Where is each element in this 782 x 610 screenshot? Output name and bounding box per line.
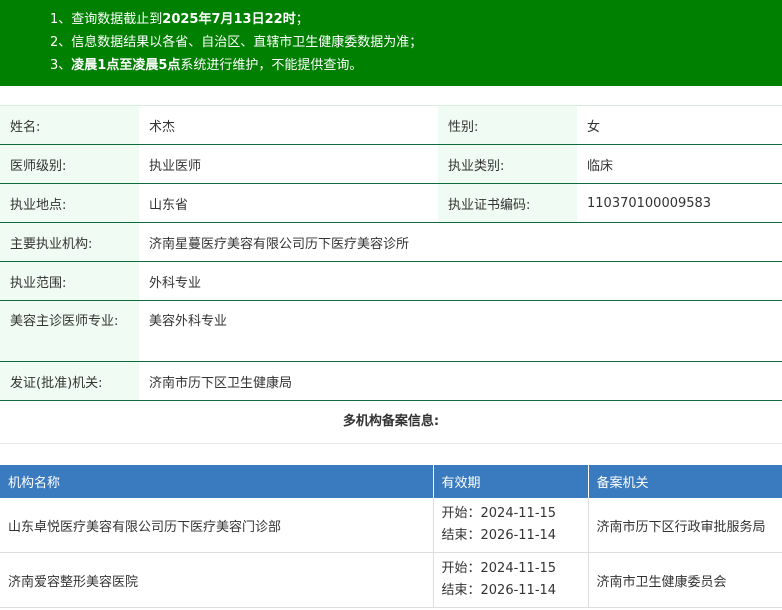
notice-emphasis: 2025年7月13日22时	[162, 12, 296, 27]
notice-text: ；	[295, 12, 309, 27]
table-row: 济南爱容整形美容医院 开始：2024-11-15 结束：2026-11-14 济…	[0, 552, 782, 608]
notice-text: 2、信息数据结果以各省、自治区、直辖市卫生健康委数据为准；	[50, 35, 423, 50]
header-authority: 备案机关	[588, 465, 782, 498]
validity-start: 开始：2024-11-15	[441, 561, 557, 576]
scope-label: 执业范围:	[0, 262, 139, 300]
cert-label: 执业证书编码:	[438, 184, 577, 222]
category-label: 执业类别:	[438, 145, 577, 183]
org-value: 济南星蔓医疗美容有限公司历下医疗美容诊所	[149, 236, 410, 252]
level-label: 医师级别:	[0, 145, 139, 183]
org-name-cell: 济南爱容整形美容医院	[0, 552, 434, 608]
info-row-issuer: 发证(批准)机关: 济南市历下区卫生健康局	[0, 362, 782, 401]
authority-cell: 济南市卫生健康委员会	[588, 552, 782, 608]
cosmetic-label: 美容主诊医师专业:	[0, 301, 139, 361]
validity-end: 结束：2026-11-14	[441, 528, 557, 543]
multi-org-table: 机构名称 有效期 备案机关 山东卓悦医疗美容有限公司历下医疗美容门诊部 开始：2…	[0, 465, 782, 608]
gender-value: 女	[587, 119, 601, 135]
notice-text: 1、查询数据截止到	[50, 12, 163, 27]
notice-emphasis: 凌晨1点至凌晨5点	[71, 58, 181, 73]
info-row-level: 医师级别: 执业医师 执业类别: 临床	[0, 145, 782, 184]
validity-cell: 开始：2024-11-15 结束：2026-11-14	[433, 552, 589, 608]
info-row-name: 姓名: 术杰 性别: 女	[0, 106, 782, 145]
notice-banner: 1、查询数据截止到2025年7月13日22时； 2、信息数据结果以各省、自治区、…	[0, 0, 782, 86]
issuer-label: 发证(批准)机关:	[0, 362, 139, 400]
org-label: 主要执业机构:	[0, 223, 139, 261]
authority-cell: 济南市历下区行政审批服务局	[588, 498, 782, 553]
level-value: 执业医师	[149, 158, 202, 174]
name-label: 姓名:	[0, 106, 139, 144]
org-name-cell: 山东卓悦医疗美容有限公司历下医疗美容门诊部	[0, 498, 434, 553]
notice-text: 系统进行维护，不能提供查询。	[180, 58, 363, 73]
location-label: 执业地点:	[0, 184, 139, 222]
issuer-value: 济南市历下区卫生健康局	[149, 375, 293, 391]
name-value: 术杰	[149, 119, 176, 135]
validity-start: 开始：2024-11-15	[441, 506, 557, 521]
scope-value: 外科专业	[149, 275, 202, 291]
info-row-cosmetic: 美容主诊医师专业: 美容外科专业	[0, 301, 782, 362]
multi-org-title: 多机构备案信息:	[0, 401, 782, 444]
category-value: 临床	[587, 158, 614, 174]
validity-cell: 开始：2024-11-15 结束：2026-11-14	[433, 498, 589, 553]
info-row-org: 主要执业机构: 济南星蔓医疗美容有限公司历下医疗美容诊所	[0, 223, 782, 262]
doctor-info-table: 姓名: 术杰 性别: 女 医师级别: 执业医师 执业类别: 临床 执业地点: 山…	[0, 105, 782, 401]
notice-line-1: 1、查询数据截止到2025年7月13日22时；	[0, 8, 782, 31]
table-header-row: 机构名称 有效期 备案机关	[0, 465, 782, 498]
gender-label: 性别:	[438, 106, 577, 144]
cert-value: 110370100009583	[587, 195, 712, 211]
table-row: 山东卓悦医疗美容有限公司历下医疗美容门诊部 开始：2024-11-15 结束：2…	[0, 498, 782, 553]
location-value: 山东省	[149, 197, 189, 213]
notice-line-2: 2、信息数据结果以各省、自治区、直辖市卫生健康委数据为准；	[0, 31, 782, 54]
info-row-location: 执业地点: 山东省 执业证书编码: 110370100009583	[0, 184, 782, 223]
validity-end: 结束：2026-11-14	[441, 583, 557, 598]
header-org-name: 机构名称	[0, 465, 434, 498]
notice-text: 3、	[50, 58, 72, 73]
info-row-scope: 执业范围: 外科专业	[0, 262, 782, 301]
cosmetic-value: 美容外科专业	[149, 314, 228, 329]
header-validity: 有效期	[433, 465, 589, 498]
notice-line-3: 3、凌晨1点至凌晨5点系统进行维护，不能提供查询。	[0, 54, 782, 77]
